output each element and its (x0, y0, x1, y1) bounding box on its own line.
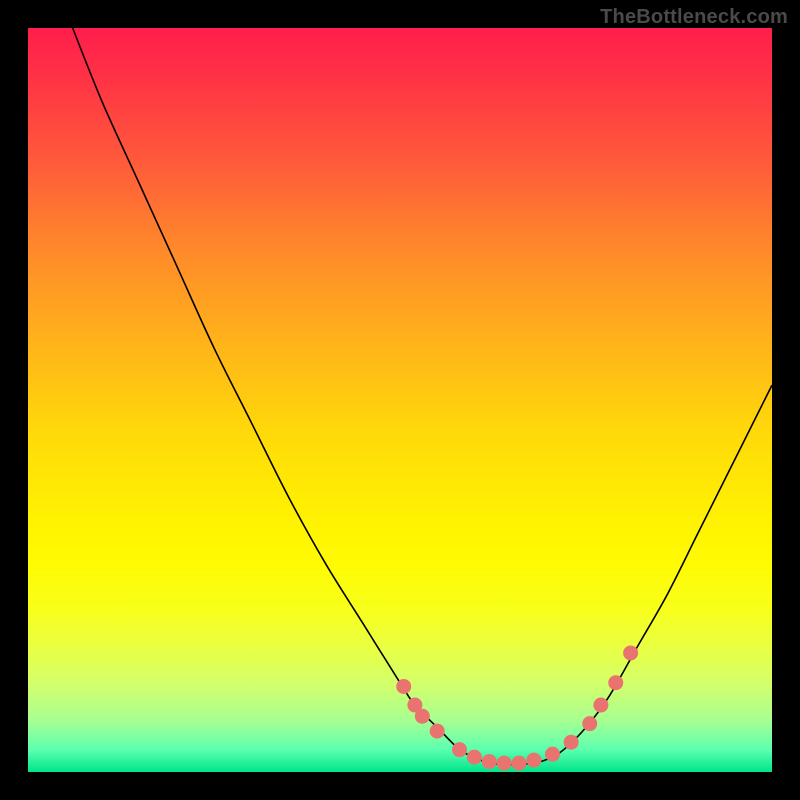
highlight-dot (415, 709, 430, 724)
watermark-text: TheBottleneck.com (600, 6, 788, 29)
highlight-dot (497, 756, 512, 771)
bottleneck-curve (73, 28, 772, 765)
highlight-dot (430, 724, 445, 739)
highlight-dot (564, 735, 579, 750)
highlight-dot (545, 747, 560, 762)
highlight-dot (512, 756, 527, 771)
chart-svg (28, 28, 772, 772)
highlight-dots (396, 645, 638, 770)
highlight-dot (608, 675, 623, 690)
highlight-dot (396, 679, 411, 694)
highlight-dot (467, 750, 482, 765)
highlight-dot (623, 645, 638, 660)
highlight-dot (582, 716, 597, 731)
highlight-dot (526, 753, 541, 768)
highlight-dot (482, 754, 497, 769)
highlight-dot (593, 698, 608, 713)
highlight-dot (452, 742, 467, 757)
